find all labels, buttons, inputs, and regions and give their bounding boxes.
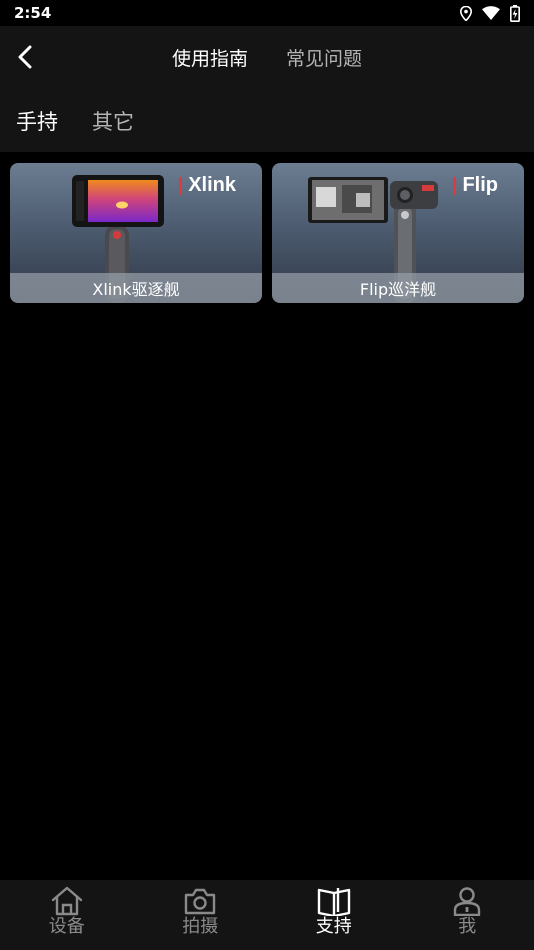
nav-label-capture: 拍摄 (182, 916, 219, 937)
status-time: 2:54 (14, 4, 52, 22)
xlink-brand-logo: Xlink (179, 174, 236, 197)
tab-user-guide[interactable]: 使用指南 (172, 44, 248, 71)
bottom-nav: 设备 拍摄 支持 我 (0, 880, 534, 950)
flip-brand-text: Flip (462, 174, 498, 196)
nav-header: 使用指南 常见问题 (0, 26, 534, 88)
product-label-flip: Flip巡洋舰 (272, 273, 524, 303)
nav-label-me: 我 (458, 916, 477, 937)
back-button[interactable] (10, 40, 40, 74)
battery-icon (510, 4, 520, 22)
product-label-xlink: Xlink驱逐舰 (10, 273, 262, 303)
tab-faq[interactable]: 常见问题 (286, 44, 362, 71)
flip-brand-logo: Flip (453, 174, 498, 197)
brand-accent-bar (453, 176, 457, 195)
book-icon (317, 888, 350, 916)
nav-item-capture[interactable]: 拍摄 (134, 880, 268, 950)
category-other[interactable]: 其它 (92, 106, 134, 136)
chevron-left-icon (18, 45, 32, 69)
wifi-icon (482, 6, 500, 20)
status-bar: 2:54 (0, 0, 534, 26)
nav-item-support[interactable]: 支持 (267, 880, 401, 950)
location-icon (460, 5, 472, 21)
nav-item-me[interactable]: 我 (401, 880, 534, 950)
status-icons (460, 4, 520, 22)
home-icon (51, 886, 82, 916)
person-icon (454, 887, 481, 916)
xlink-brand-text: Xlink (188, 174, 236, 196)
product-card-flip[interactable]: Flip Flip巡洋舰 (272, 163, 524, 303)
brand-accent-bar (179, 176, 183, 195)
nav-item-devices[interactable]: 设备 (0, 880, 134, 950)
category-tabs: 手持 其它 (0, 88, 534, 152)
product-card-xlink[interactable]: Xlink Xlink驱逐舰 (10, 163, 262, 303)
top-area: 使用指南 常见问题 手持 其它 (0, 26, 534, 152)
nav-label-devices: 设备 (48, 916, 85, 937)
camera-icon (185, 888, 216, 915)
category-handheld[interactable]: 手持 (16, 106, 58, 136)
nav-label-support: 支持 (315, 916, 352, 937)
